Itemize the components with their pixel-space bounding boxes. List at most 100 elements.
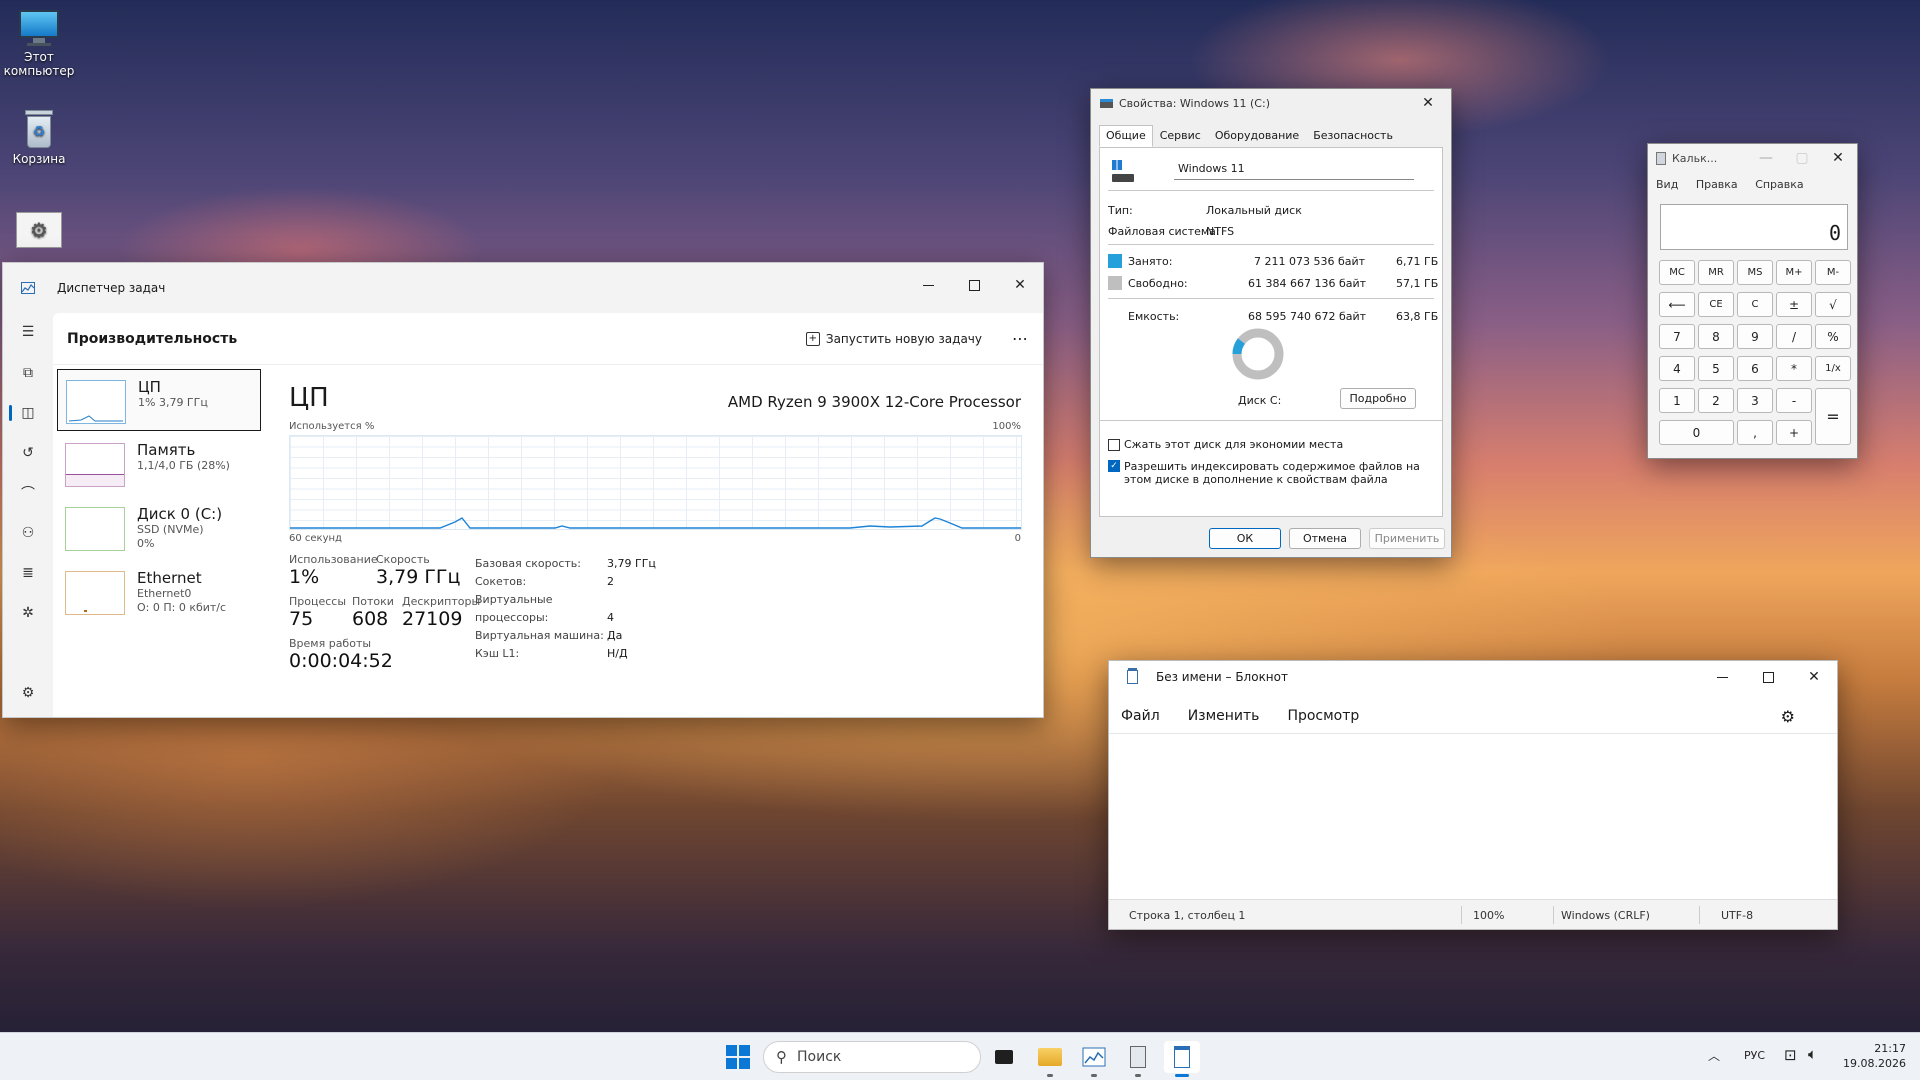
menu-file[interactable]: Файл <box>1121 708 1160 724</box>
key-1[interactable]: 1 <box>1659 388 1695 413</box>
item-sub: 1% 3,79 ГГц <box>138 396 208 409</box>
key-add[interactable]: + <box>1776 420 1812 445</box>
show-hidden-icons-button[interactable]: ︿ <box>1708 1047 1720 1064</box>
key-0[interactable]: 0 <box>1659 420 1734 445</box>
key-2[interactable]: 2 <box>1698 388 1734 413</box>
key-ms[interactable]: MS <box>1737 260 1773 285</box>
start-button[interactable] <box>720 1041 756 1073</box>
key-divide[interactable]: / <box>1776 324 1812 349</box>
details-button[interactable]: Подробно <box>1340 388 1416 409</box>
key-7[interactable]: 7 <box>1659 324 1695 349</box>
key-percent[interactable]: % <box>1815 324 1851 349</box>
key-c[interactable]: C <box>1737 292 1773 317</box>
hamburger-button[interactable]: ☰ <box>3 311 53 353</box>
compress-checkbox[interactable] <box>1108 439 1120 451</box>
stat-label: Использование <box>289 553 378 566</box>
ok-button[interactable]: ОК <box>1209 528 1281 549</box>
close-button[interactable]: ✕ <box>1821 144 1855 172</box>
key-8[interactable]: 8 <box>1698 324 1734 349</box>
desktop-icon-recycle-bin[interactable]: ♻ Корзина <box>0 110 78 166</box>
index-option[interactable]: ✓ Разрешить индексировать содержимое файл… <box>1108 460 1428 486</box>
perf-item-memory[interactable]: Память 1,1/4,0 ГБ (28%) <box>57 433 261 495</box>
taskbar-file-explorer[interactable] <box>1032 1041 1068 1077</box>
key-6[interactable]: 6 <box>1737 356 1773 381</box>
taskbar-search[interactable]: ⚲ Поиск <box>763 1041 981 1073</box>
perf-item-disk[interactable]: Диск 0 (C:) SSD (NVMe) 0% <box>57 497 261 559</box>
drive-large-icon <box>1112 160 1134 184</box>
maximize-button[interactable] <box>1745 661 1791 693</box>
key-multiply[interactable]: * <box>1776 356 1812 381</box>
key-subtract[interactable]: - <box>1776 388 1812 413</box>
menu-view[interactable]: Вид <box>1656 178 1678 191</box>
tab-security[interactable]: Безопасность <box>1306 125 1400 147</box>
detail-row: Кэш L1: Н/Д <box>475 645 656 663</box>
status-line-endings: Windows (CRLF) <box>1561 909 1650 922</box>
disk-thumbnail <box>65 507 125 551</box>
input-language[interactable]: РУС <box>1744 1049 1765 1062</box>
menu-view[interactable]: Просмотр <box>1287 708 1359 724</box>
nav-app-history[interactable]: ↺ <box>3 433 53 473</box>
network-icon[interactable]: ⊡ <box>1784 1046 1797 1064</box>
tab-tools[interactable]: Сервис <box>1153 125 1208 147</box>
key-sqrt[interactable]: √ <box>1815 292 1851 317</box>
desktop-icon-this-pc[interactable]: Этот компьютер <box>0 10 78 78</box>
taskbar-task-manager[interactable] <box>1076 1041 1112 1077</box>
menu-help[interactable]: Справка <box>1755 178 1803 191</box>
compress-option[interactable]: Сжать этот диск для экономии места <box>1108 438 1438 451</box>
close-button[interactable]: ✕ <box>1791 661 1837 693</box>
cancel-button[interactable]: Отмена <box>1289 528 1361 549</box>
key-m-minus[interactable]: M- <box>1815 260 1851 285</box>
index-checkbox[interactable]: ✓ <box>1108 460 1120 472</box>
more-button[interactable]: ⋯ <box>1012 329 1029 348</box>
maximize-button[interactable] <box>951 269 997 301</box>
free-gb: 57,1 ГБ <box>1396 277 1439 290</box>
capacity-gb: 63,8 ГБ <box>1396 310 1439 323</box>
close-button[interactable]: ✕ <box>997 269 1043 301</box>
menu-edit[interactable]: Правка <box>1696 178 1738 191</box>
nav-processes[interactable]: ⧉ <box>3 353 53 393</box>
run-task-button[interactable]: + Запустить новую задачу <box>805 331 982 346</box>
taskbar-calculator[interactable] <box>1120 1041 1156 1077</box>
key-mc[interactable]: MC <box>1659 260 1695 285</box>
desktop-icon-settings[interactable]: ⚙ <box>0 212 78 252</box>
key-plus-minus[interactable]: ± <box>1776 292 1812 317</box>
users-icon: ⚇ <box>21 525 35 541</box>
close-button[interactable]: ✕ <box>1405 89 1451 117</box>
key-4[interactable]: 4 <box>1659 356 1695 381</box>
nav-details[interactable]: ≣ <box>3 553 53 593</box>
nav-settings[interactable]: ⚙ <box>3 673 53 713</box>
drive-name-input[interactable]: Windows 11 <box>1174 158 1414 180</box>
perf-item-ethernet[interactable]: Ethernet Ethernet0 О: 0 П: 0 кбит/с <box>57 561 261 623</box>
nav-users[interactable]: ⚇ <box>3 513 53 553</box>
perf-item-cpu[interactable]: ЦП 1% 3,79 ГГц <box>57 369 261 431</box>
clock[interactable]: 21:17 19.08.2026 <box>1843 1041 1906 1071</box>
key-m-plus[interactable]: M+ <box>1776 260 1812 285</box>
taskbar-notepad[interactable] <box>1164 1041 1200 1077</box>
menu-edit[interactable]: Изменить <box>1188 708 1260 724</box>
key-mr[interactable]: MR <box>1698 260 1734 285</box>
minimize-button[interactable] <box>905 269 951 301</box>
tab-general[interactable]: Общие <box>1099 125 1153 147</box>
key-9[interactable]: 9 <box>1737 324 1773 349</box>
nav-performance[interactable]: ◫ <box>3 393 53 433</box>
desktop-icon-label: Корзина <box>12 152 66 166</box>
minimize-button[interactable]: — <box>1749 144 1783 172</box>
task-view-button[interactable] <box>986 1041 1022 1073</box>
maximize-button[interactable]: ▢ <box>1785 144 1819 172</box>
nav-startup[interactable]: ⌒ <box>3 473 53 513</box>
key-backspace[interactable]: ⟵ <box>1659 292 1695 317</box>
cpu-details: Базовая скорость: 3,79 ГГц Сокетов: 2 Вирт… <box>475 555 656 663</box>
key-3[interactable]: 3 <box>1737 388 1773 413</box>
key-reciprocal[interactable]: 1/x <box>1815 356 1851 381</box>
nav-services[interactable]: ✲ <box>3 593 53 633</box>
key-decimal[interactable]: , <box>1737 420 1773 445</box>
tab-hardware[interactable]: Оборудование <box>1208 125 1306 147</box>
minimize-button[interactable] <box>1699 661 1745 693</box>
key-ce[interactable]: CE <box>1698 292 1734 317</box>
text-editor-area[interactable] <box>1109 733 1837 899</box>
settings-button[interactable]: ⚙ <box>1781 707 1823 726</box>
apply-button[interactable]: Применить <box>1369 528 1445 549</box>
key-5[interactable]: 5 <box>1698 356 1734 381</box>
key-equals[interactable]: = <box>1815 388 1851 445</box>
volume-icon[interactable]: 🔈︎ <box>1808 1045 1817 1063</box>
